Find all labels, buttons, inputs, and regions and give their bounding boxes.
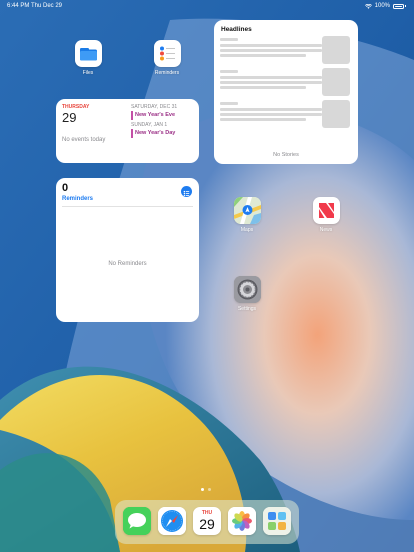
app-settings[interactable]: Settings [225,276,269,312]
page-indicator[interactable] [201,488,211,491]
status-date: Thu Dec 29 [31,3,63,9]
empty-state: No events today [62,137,106,143]
messages-icon[interactable] [123,507,151,535]
app-maps[interactable]: Maps [225,197,269,233]
battery-icon [393,3,404,9]
dock: THU 29 [115,500,299,544]
app-news[interactable]: News [304,197,348,233]
app-reminders[interactable]: Reminders [145,40,189,76]
widget-title: Headlines [221,26,252,33]
calendar-icon[interactable]: THU 29 [193,507,221,535]
upcoming-date: SATURDAY, DEC 31 [131,104,178,110]
news-widget[interactable]: Headlines No Stories [214,20,358,164]
status-bar: 6:44 PM Thu Dec 29 100% [0,0,414,12]
reminders-widget[interactable]: 0 Reminders No Reminders [56,178,199,322]
empty-state: No Reminders [108,261,147,267]
list-icon[interactable] [181,186,192,197]
page-dot[interactable] [208,488,211,491]
story-placeholder [220,36,322,64]
app-label: Reminders [154,70,180,76]
story-thumbnail [322,68,350,96]
divider [62,206,193,207]
dock-calendar-day: 29 [199,516,215,532]
app-files[interactable]: Files [66,40,110,76]
empty-state: No Stories [273,152,299,158]
status-right: 100% [364,0,406,12]
compass-icon[interactable] [158,507,186,535]
story-placeholder [220,68,322,96]
folder-icon [74,40,102,67]
story-thumbnail [322,36,350,64]
calendar-day-number: 29 [62,110,77,125]
calendar-widget[interactable]: THURSDAY 29 No events today SATURDAY, DE… [56,99,199,163]
story-thumbnail [322,100,350,128]
wifi-icon [364,3,372,9]
app-label: News [319,227,333,233]
reminder-list-name: Reminders [62,196,94,202]
photos-icon[interactable] [228,507,256,535]
calendar-event[interactable]: New Year's Day [131,129,175,138]
gear-icon [233,276,261,303]
maps-icon [233,197,261,224]
page-dot[interactable] [201,488,204,491]
reminder-count: 0 [62,182,69,194]
upcoming-date: SUNDAY, JAN 1 [131,122,168,128]
news-icon [312,197,340,224]
story-placeholder [220,100,322,128]
app-label: Maps [240,227,254,233]
app-library-icon[interactable] [263,507,291,535]
reminders-list-icon [153,40,181,67]
battery-percent: 100% [374,3,390,9]
status-time: 6:44 PM [7,3,30,9]
app-label: Files [82,70,94,76]
calendar-event[interactable]: New Year's Eve [131,111,175,120]
app-label: Settings [237,306,257,312]
